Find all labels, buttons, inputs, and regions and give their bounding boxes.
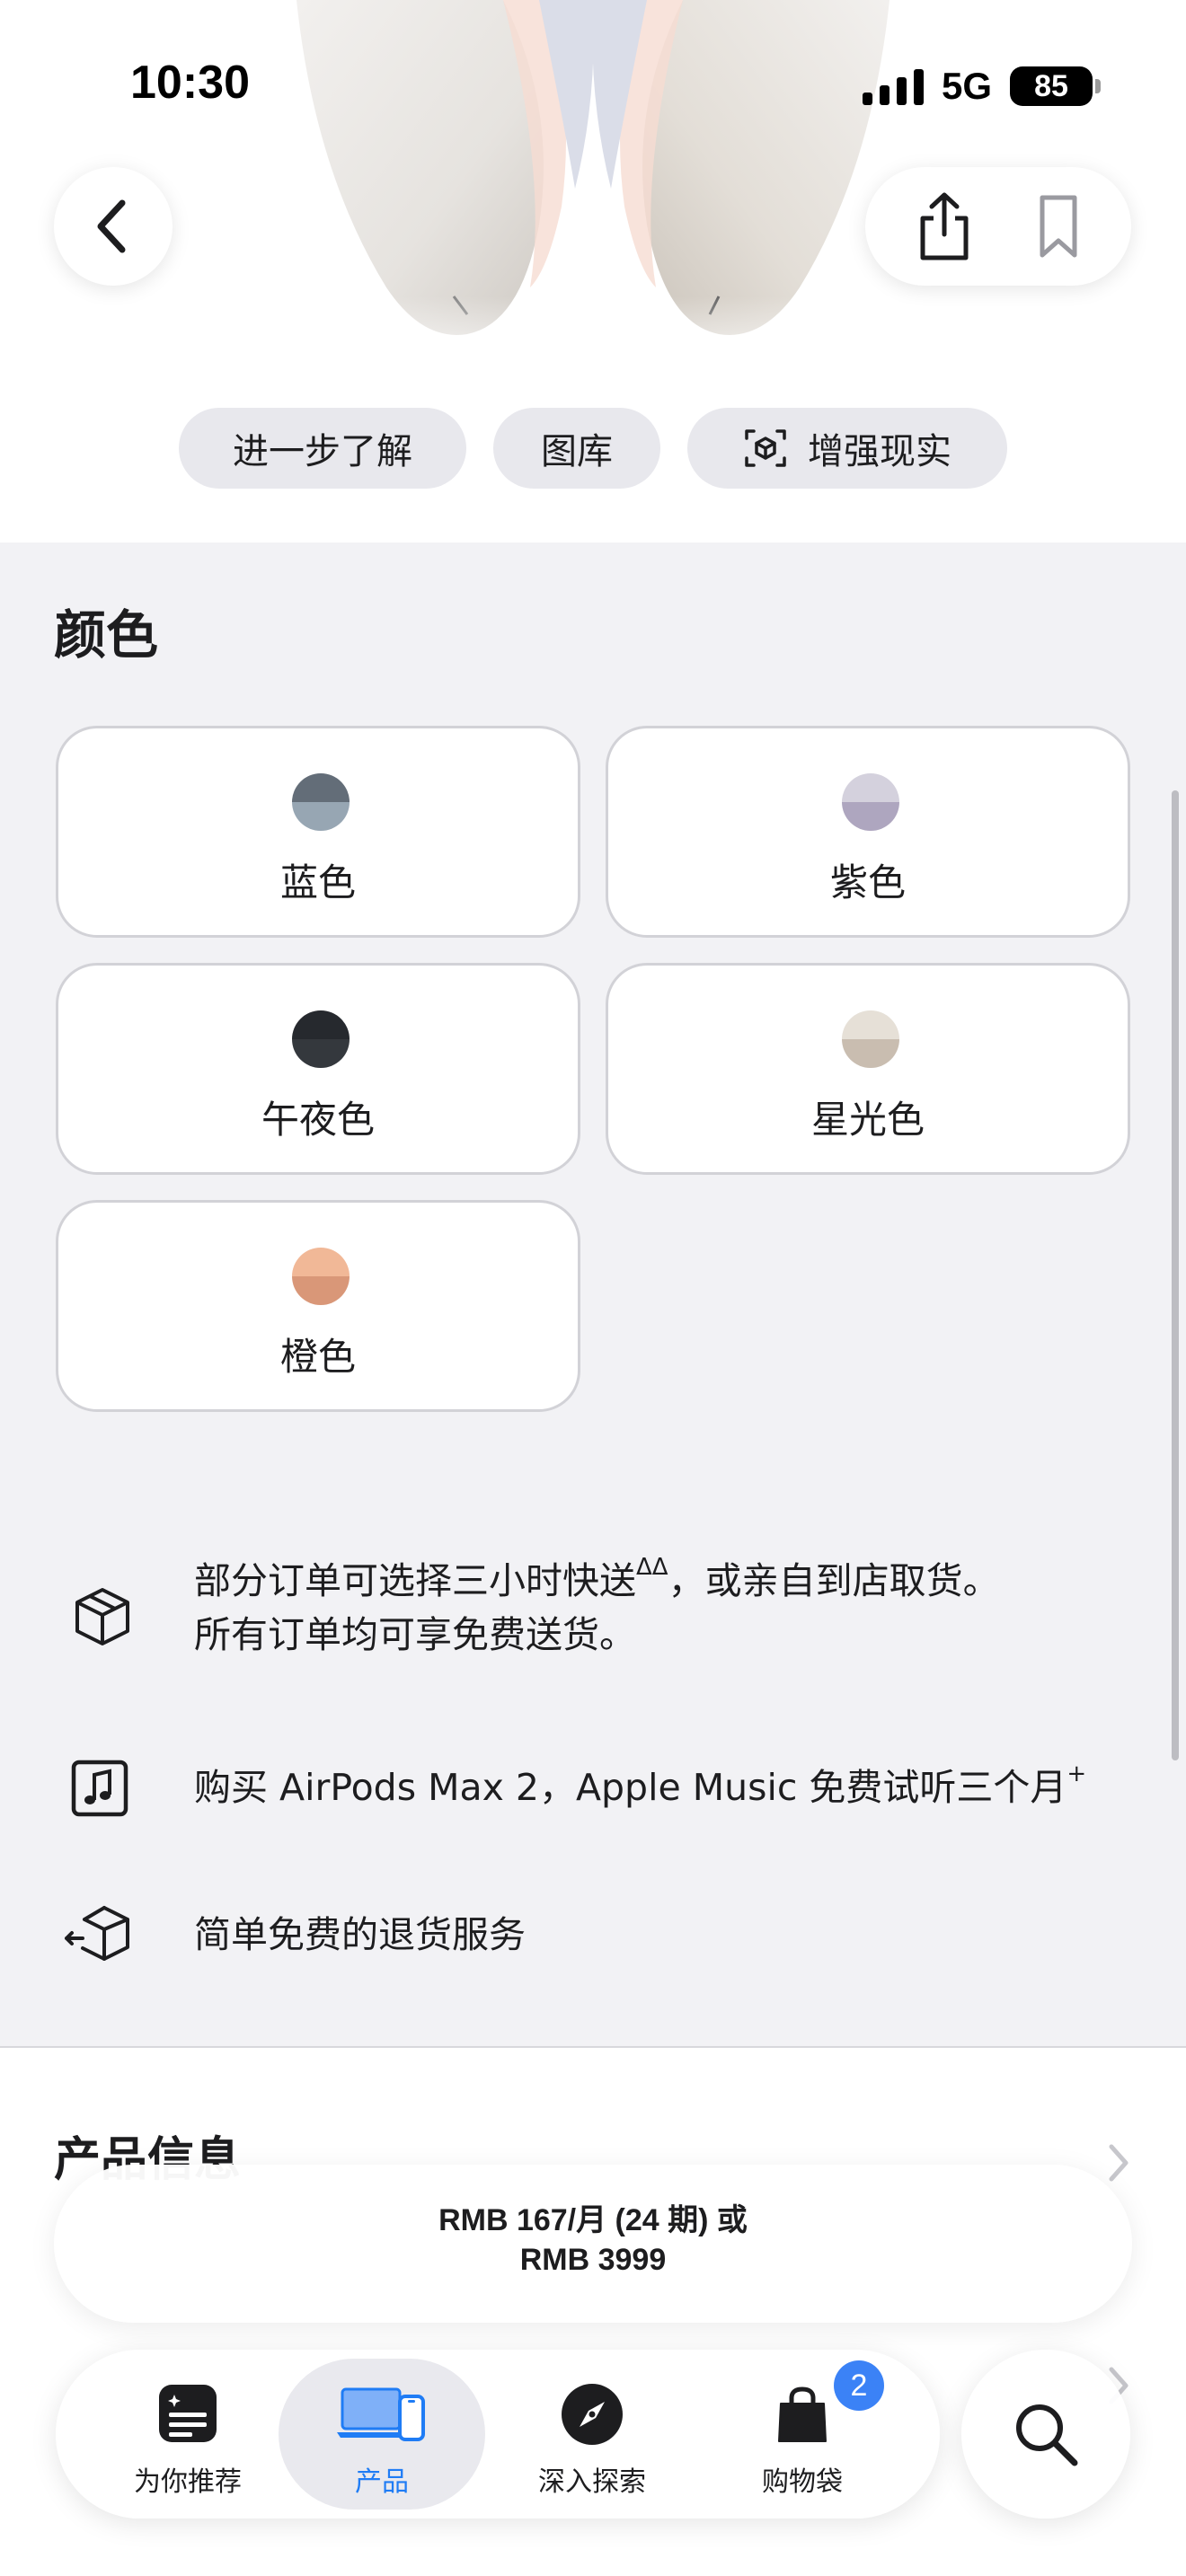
- color-label: 蓝色: [279, 860, 356, 904]
- delivery-line2: 所有订单均可享免费送货。: [194, 1613, 636, 1656]
- color-option-purple[interactable]: 紫色: [606, 726, 1130, 938]
- color-swatch: [292, 773, 350, 831]
- search-button[interactable]: [961, 2350, 1130, 2519]
- back-button[interactable]: [54, 167, 173, 286]
- share-button[interactable]: [890, 185, 998, 268]
- price-total: RMB 3999: [519, 2243, 667, 2277]
- chip-label: 图库: [541, 431, 613, 472]
- products-icon: [279, 2382, 485, 2450]
- box-icon: [68, 1583, 137, 1651]
- search-icon: [1016, 2404, 1078, 2466]
- cellular-signal-icon: [863, 67, 924, 105]
- return-text: 简单免费的退货服务: [194, 1913, 526, 1956]
- color-swatch: [842, 1010, 899, 1068]
- tab-label: 深入探索: [538, 2466, 646, 2498]
- color-swatch: [842, 773, 899, 831]
- for-you-icon: [84, 2382, 291, 2450]
- hero-section: 10:30 5G 85 进一步了解 图库 增强现实: [0, 0, 1186, 543]
- status-bar: 10:30 5G 85: [0, 0, 1186, 162]
- delivery-footnote[interactable]: ΔΔ: [636, 1554, 668, 1581]
- color-label: 星光色: [810, 1098, 925, 1142]
- bookmark-button[interactable]: [1009, 185, 1108, 268]
- music-footnote[interactable]: +: [1067, 1760, 1086, 1787]
- battery-icon: 85: [1010, 66, 1093, 106]
- color-option-orange[interactable]: 橙色: [56, 1200, 580, 1412]
- share-icon: [920, 192, 969, 260]
- learn-more-chip[interactable]: 进一步了解: [179, 408, 466, 489]
- price-pill[interactable]: RMB 167/月 (24 期) 或 RMB 3999: [54, 2165, 1132, 2323]
- delivery-text: 部分订单可选择三小时快送ΔΔ，或亲自到店取货。 所有订单均可享免费送货。: [194, 1554, 1000, 1662]
- network-type: 5G: [942, 65, 993, 107]
- tab-explore[interactable]: 深入探索: [489, 2359, 695, 2510]
- tab-label: 购物袋: [762, 2466, 843, 2498]
- color-label: 午夜色: [261, 1098, 375, 1142]
- price-monthly: RMB 167/月 (24 期) 或: [438, 2203, 748, 2237]
- delivery-line1-end: ，或亲自到店取货。: [668, 1559, 1000, 1602]
- bookmark-icon: [1040, 195, 1077, 258]
- compass-icon: [489, 2382, 695, 2450]
- battery-cap: [1095, 79, 1102, 93]
- color-option-blue[interactable]: 蓝色: [56, 726, 580, 938]
- ar-chip[interactable]: 增强现实: [687, 408, 1007, 489]
- tab-label: 为你推荐: [134, 2466, 242, 2498]
- music-note-icon: [68, 1757, 131, 1820]
- color-option-starlight[interactable]: 星光色: [606, 963, 1130, 1175]
- color-option-midnight[interactable]: 午夜色: [56, 963, 580, 1175]
- music-offer: 购买 AirPods Max 2，Apple Music 免费试听三个月: [194, 1766, 1067, 1809]
- status-indicators: 5G 85: [863, 63, 1102, 110]
- tab-for-you[interactable]: 为你推荐: [84, 2359, 291, 2510]
- color-swatch: [292, 1010, 350, 1068]
- color-label: 紫色: [829, 860, 906, 904]
- chip-label: 进一步了解: [233, 431, 412, 472]
- status-time: 10:30: [130, 57, 250, 109]
- gallery-chip[interactable]: 图库: [493, 408, 660, 489]
- music-text: 购买 AirPods Max 2，Apple Music 免费试听三个月+: [194, 1760, 1086, 1814]
- tab-label: 产品: [355, 2466, 409, 2498]
- hero-chip-row: 进一步了解 图库 增强现实: [0, 408, 1186, 489]
- return-box-icon: [63, 1902, 138, 1969]
- color-section-title: 颜色: [54, 604, 159, 666]
- scrollbar[interactable]: [1172, 790, 1179, 1760]
- chevron-right-icon: [1109, 2144, 1128, 2182]
- chevron-left-icon: [97, 199, 126, 253]
- tab-bag[interactable]: 2 购物袋: [699, 2359, 906, 2510]
- tab-products[interactable]: 产品: [279, 2359, 485, 2510]
- color-label: 橙色: [279, 1335, 356, 1379]
- tab-bar: 为你推荐 产品 深入探索 2 购物袋: [56, 2350, 940, 2519]
- battery-level: 85: [1034, 68, 1068, 103]
- delivery-line1: 部分订单可选择三小时快送: [194, 1559, 636, 1602]
- chip-label: 增强现实: [808, 431, 951, 472]
- action-pill: [865, 167, 1131, 286]
- bag-count-badge: 2: [834, 2360, 884, 2411]
- color-swatch: [292, 1248, 350, 1305]
- ar-icon: [743, 426, 788, 471]
